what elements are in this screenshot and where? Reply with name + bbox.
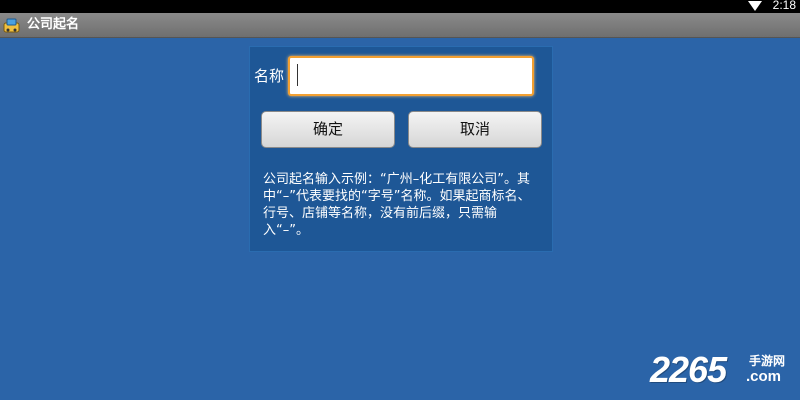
watermark-site-name: 手游网 [749, 354, 786, 368]
status-bar: 2:18 [0, 0, 800, 13]
watermark-number: 2265 [650, 349, 727, 390]
confirm-button[interactable]: 确定 [261, 111, 395, 148]
name-input[interactable] [288, 56, 534, 96]
text-caret [297, 64, 298, 86]
app-icon [3, 18, 20, 33]
wifi-icon [748, 1, 762, 11]
hint-text: 公司起名输入示例：“广州–化工有限公司”。其中“–”代表要找的“字号”名称。如果… [263, 172, 531, 238]
cancel-button[interactable]: 取消 [408, 111, 542, 148]
watermark-logo: 2265 手游网 .com [650, 350, 796, 390]
title-bar: 公司起名 [0, 13, 800, 38]
status-time: 2:18 [772, 0, 796, 12]
watermark-domain: .com [746, 368, 782, 385]
name-label: 名称 [254, 67, 285, 85]
app-title: 公司起名 [27, 17, 80, 32]
